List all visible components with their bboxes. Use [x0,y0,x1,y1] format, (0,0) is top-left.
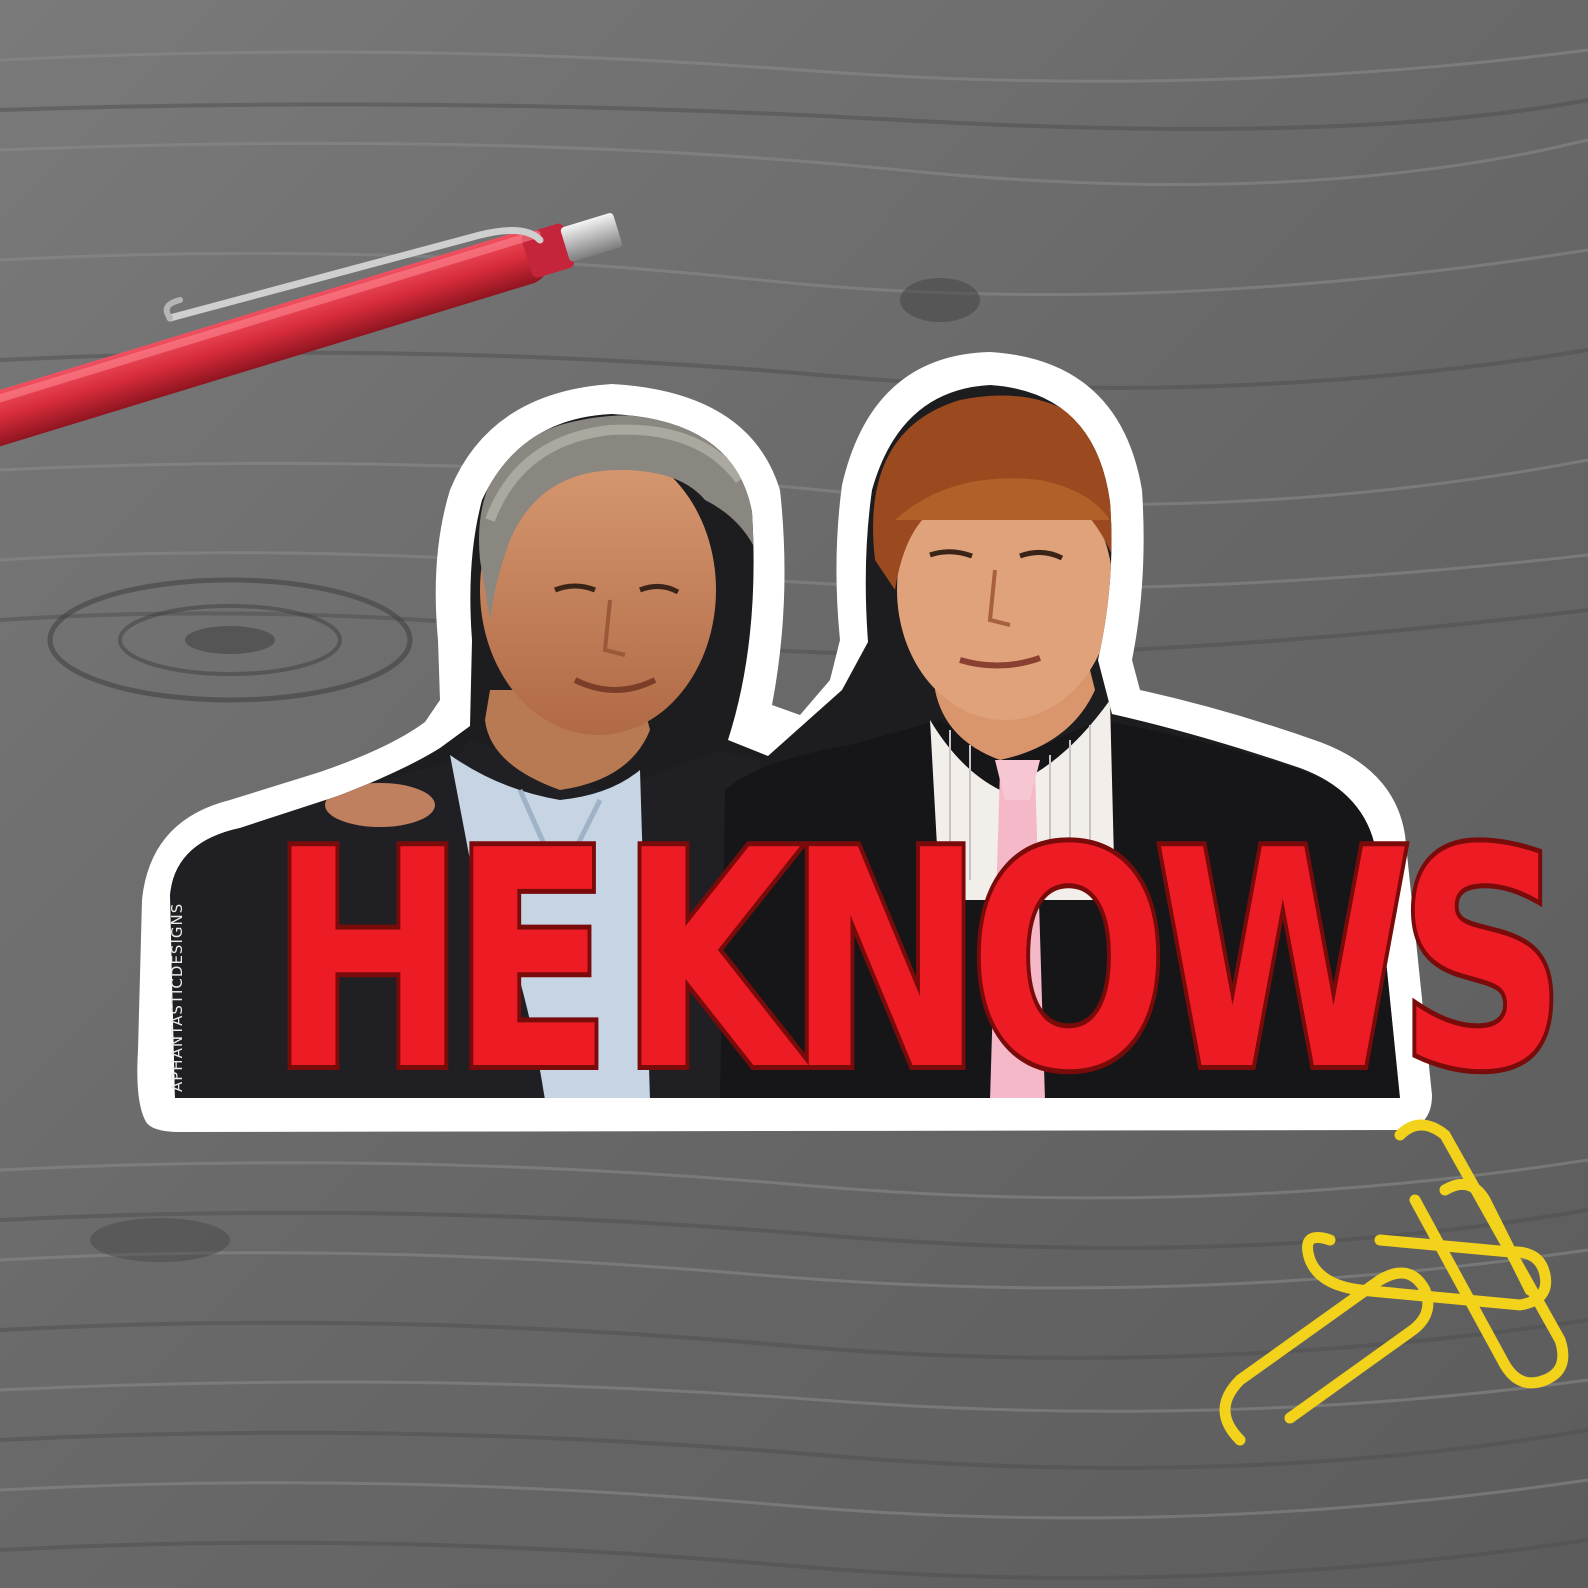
headline-word-he: HE [266,787,615,1136]
sticker-watermark: APHANTASTICDESIGNS [168,902,186,1092]
sticker-headline: HE KNOWS [266,787,1570,1136]
headline-word-knows: KNOWS [616,787,1570,1136]
product-photo: HE KNOWS APHANTASTICDESIGNS [0,0,1588,1588]
